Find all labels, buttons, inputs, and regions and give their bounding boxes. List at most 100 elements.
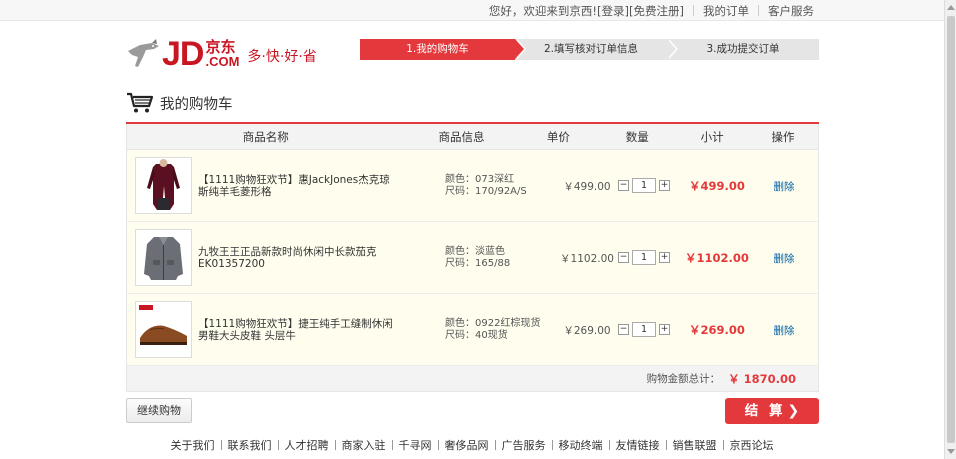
header-name: 商品名称 bbox=[242, 129, 289, 144]
chevron-right-icon: ❯ bbox=[787, 403, 800, 419]
total-label: 购物金额总计： bbox=[646, 373, 721, 385]
header-operation: 操作 bbox=[771, 129, 795, 144]
product-size: 尺码：170/92A/S bbox=[445, 186, 527, 197]
divider bbox=[220, 440, 222, 450]
footer-link-friends[interactable]: 友情链接 bbox=[616, 437, 660, 453]
product-name-link[interactable]: 九牧王王正品新款时尚休闲中长款茄克EK01357200 bbox=[198, 246, 398, 270]
step-label: 2.填写核对订单信息 bbox=[543, 43, 639, 55]
quantity-input[interactable]: 1 bbox=[632, 322, 656, 337]
header-qty: 数量 bbox=[625, 129, 649, 144]
step-submit-success: 3.成功提交订单 bbox=[667, 39, 819, 60]
footer-link-affiliate[interactable]: 销售联盟 bbox=[673, 437, 717, 453]
step-arrow-icon bbox=[515, 39, 524, 59]
scroll-up-icon[interactable] bbox=[947, 5, 955, 10]
logo-com-text: .COM bbox=[205, 54, 240, 69]
divider bbox=[277, 440, 279, 450]
quantity-stepper: − 1 + bbox=[618, 178, 670, 193]
jacket-image bbox=[136, 230, 191, 285]
divider bbox=[722, 440, 724, 450]
divider bbox=[758, 5, 759, 16]
footer-link-mobile[interactable]: 移动终端 bbox=[559, 437, 603, 453]
logo-cn-text: 京东 bbox=[205, 38, 236, 56]
divider bbox=[334, 440, 336, 450]
product-size: 尺码：165/88 bbox=[445, 258, 511, 269]
unit-price: ￥1102.00 bbox=[560, 253, 614, 265]
my-orders-link[interactable]: 我的订单 bbox=[703, 3, 749, 19]
divider bbox=[494, 440, 496, 450]
sweater-image bbox=[136, 158, 191, 213]
subtotal: ￥269.00 bbox=[689, 323, 745, 337]
decrease-qty-button[interactable]: − bbox=[618, 180, 629, 191]
unit-price: ￥269.00 bbox=[563, 325, 611, 337]
footer-link-forum[interactable]: 京西论坛 bbox=[730, 437, 774, 453]
top-bar: 您好，欢迎来到京西! [登录] [免费注册] 我的订单 客户服务 bbox=[0, 0, 944, 21]
delete-link[interactable]: 删除 bbox=[749, 179, 819, 194]
product-info: 颜色：073深红 尺码：170/92A/S bbox=[445, 174, 555, 198]
increase-qty-button[interactable]: + bbox=[659, 252, 670, 263]
increase-qty-button[interactable]: + bbox=[659, 324, 670, 335]
footer-link-ads[interactable]: 广告服务 bbox=[502, 437, 546, 453]
quantity-input[interactable]: 1 bbox=[632, 250, 656, 265]
product-name-link[interactable]: 【1111购物狂欢节】捷王纯手工缝制休闲男鞋大头皮鞋 头层牛 bbox=[198, 318, 398, 342]
divider bbox=[693, 5, 694, 16]
table-row: 【1111购物狂欢节】捷王纯手工缝制休闲男鞋大头皮鞋 头层牛 颜色：0922红棕… bbox=[126, 294, 819, 366]
cart-table: 商品名称 商品信息 单价 数量 小计 操作 【1111购物狂欢节】惠JackJo… bbox=[126, 122, 819, 392]
decrease-qty-button[interactable]: − bbox=[618, 252, 629, 263]
login-link[interactable]: [登录] bbox=[597, 3, 629, 19]
top-bar-links: 您好，欢迎来到京西! [登录] [免费注册] 我的订单 客户服务 bbox=[489, 0, 814, 21]
jd-dog-icon bbox=[128, 39, 159, 67]
cart-total: 购物金额总计： ￥ 1870.00 bbox=[126, 366, 819, 392]
divider bbox=[551, 440, 553, 450]
logo-right: 京东 .COM bbox=[205, 39, 239, 69]
continue-shopping-button[interactable]: 继续购物 bbox=[126, 398, 192, 423]
quantity-stepper: − 1 + bbox=[618, 322, 670, 337]
logo-jd-text: JD bbox=[162, 35, 204, 73]
footer-link-merchants[interactable]: 商家入驻 bbox=[342, 437, 386, 453]
vertical-scrollbar[interactable] bbox=[944, 0, 956, 459]
page-title: 我的购物车 bbox=[160, 96, 233, 113]
total-amount: ￥ 1870.00 bbox=[728, 371, 796, 386]
footer-link-careers[interactable]: 人才招聘 bbox=[285, 437, 329, 453]
shoe-image bbox=[136, 302, 191, 357]
checkout-label: 结 算 bbox=[744, 403, 786, 419]
product-image[interactable] bbox=[135, 301, 192, 358]
delete-link[interactable]: 删除 bbox=[749, 323, 819, 338]
product-name-link[interactable]: 【1111购物狂欢节】惠JackJones杰克琼斯纯羊毛菱形格 bbox=[198, 174, 398, 198]
delete-link[interactable]: 删除 bbox=[749, 251, 819, 266]
step-arrow-icon bbox=[667, 39, 676, 59]
footer-link-luxury[interactable]: 奢侈品网 bbox=[445, 437, 489, 453]
product-color: 颜色：淡蓝色 bbox=[445, 246, 505, 257]
site-logo[interactable]: JD 京东 .COM 多·快·好·省 bbox=[126, 34, 317, 74]
divider bbox=[665, 440, 667, 450]
checkout-steps: 1.我的购物车 2.填写核对订单信息 3.成功提交订单 bbox=[360, 39, 819, 60]
customer-service-link[interactable]: 客户服务 bbox=[768, 3, 814, 19]
subtotal: ￥1102.00 bbox=[685, 251, 749, 265]
product-size: 尺码：40现货 bbox=[445, 330, 508, 341]
divider bbox=[608, 440, 610, 450]
product-info: 颜色：0922红棕现货 尺码：40现货 bbox=[445, 318, 555, 342]
greeting-text: 您好，欢迎来到京西! bbox=[488, 3, 598, 18]
quantity-input[interactable]: 1 bbox=[632, 178, 656, 193]
step-cart: 1.我的购物车 bbox=[360, 39, 526, 60]
scroll-down-icon[interactable] bbox=[947, 449, 955, 454]
footer-link-about[interactable]: 关于我们 bbox=[171, 437, 215, 453]
scroll-thumb[interactable] bbox=[947, 16, 955, 443]
logo-slogan: 多·快·好·省 bbox=[247, 49, 317, 65]
footer-link-contact[interactable]: 联系我们 bbox=[228, 437, 272, 453]
decrease-qty-button[interactable]: − bbox=[618, 324, 629, 335]
checkout-button[interactable]: 结 算 ❯ bbox=[725, 398, 819, 424]
footer-link-qianxun[interactable]: 千寻网 bbox=[399, 437, 432, 453]
increase-qty-button[interactable]: + bbox=[659, 180, 670, 191]
product-image[interactable] bbox=[135, 229, 192, 286]
table-row: 九牧王王正品新款时尚休闲中长款茄克EK01357200 颜色：淡蓝色 尺码：16… bbox=[126, 222, 819, 294]
table-header: 商品名称 商品信息 单价 数量 小计 操作 bbox=[126, 124, 819, 150]
divider bbox=[391, 440, 393, 450]
step-fill-order: 2.填写核对订单信息 bbox=[515, 39, 678, 60]
shopping-cart-icon bbox=[127, 92, 154, 113]
subtotal: ￥499.00 bbox=[689, 179, 745, 193]
product-image[interactable] bbox=[135, 157, 192, 214]
quantity-stepper: − 1 + bbox=[618, 250, 670, 265]
divider bbox=[437, 440, 439, 450]
table-row: 【1111购物狂欢节】惠JackJones杰克琼斯纯羊毛菱形格 颜色：073深红… bbox=[126, 150, 819, 222]
register-link[interactable]: [免费注册] bbox=[629, 3, 684, 19]
